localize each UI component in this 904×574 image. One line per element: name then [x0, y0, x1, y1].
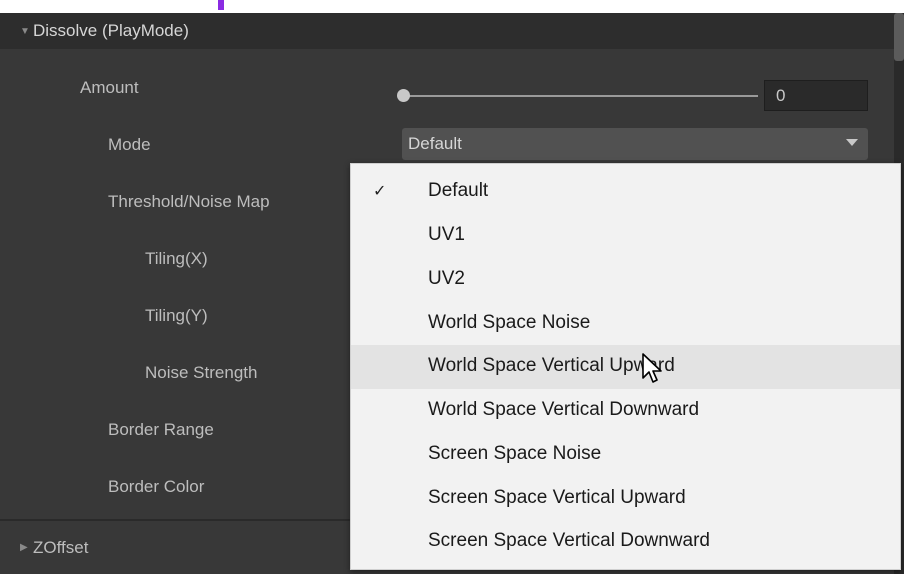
- mode-dropdown-value: Default: [408, 134, 462, 153]
- mode-label: Mode: [108, 135, 151, 154]
- mouse-pointer-icon: [642, 353, 662, 383]
- menu-item-world-space-vertical-downward[interactable]: World Space Vertical Downward: [351, 389, 900, 433]
- checkmark-icon: ✓: [373, 183, 387, 200]
- menu-item-uv1[interactable]: UV1: [351, 214, 900, 258]
- amount-slider-track[interactable]: [403, 95, 758, 97]
- amount-label: Amount: [80, 78, 139, 97]
- border-color-label: Border Color: [108, 477, 205, 496]
- amount-slider-knob[interactable]: [397, 89, 410, 102]
- chevron-down-icon: [846, 139, 858, 146]
- menu-item-label: Screen Space Noise: [428, 443, 602, 464]
- menu-item-label: World Space Noise: [428, 312, 591, 333]
- menu-item-default[interactable]: ✓ Default: [351, 170, 900, 214]
- menu-item-label: Default: [428, 180, 489, 201]
- menu-item-screen-space-noise[interactable]: Screen Space Noise: [351, 433, 900, 477]
- menu-item-uv2[interactable]: UV2: [351, 258, 900, 302]
- threshold-label: Threshold/Noise Map: [108, 192, 270, 211]
- border-range-label: Border Range: [108, 420, 214, 439]
- menu-item-label: UV2: [428, 268, 465, 289]
- menu-item-label: World Space Vertical Downward: [428, 399, 700, 420]
- section-title: Dissolve (PlayMode): [33, 21, 189, 40]
- triangle-right-icon[interactable]: ▶: [20, 543, 28, 553]
- menu-item-label: Screen Space Vertical Downward: [428, 530, 710, 551]
- menu-item-label: World Space Vertical Upward: [428, 355, 675, 376]
- menu-item-label: Screen Space Vertical Upward: [428, 487, 686, 508]
- dissolve-section-header[interactable]: ▼ Dissolve (PlayMode): [0, 13, 894, 49]
- accent-mark: [218, 0, 224, 10]
- triangle-down-icon[interactable]: ▼: [20, 27, 30, 37]
- zoffset-title: ZOffset: [33, 538, 89, 557]
- menu-item-world-space-vertical-upward[interactable]: World Space Vertical Upward: [351, 345, 900, 389]
- tiling-y-label: Tiling(Y): [145, 306, 208, 325]
- amount-row: Amount: [0, 61, 894, 118]
- top-strip: [0, 0, 904, 13]
- amount-value-field[interactable]: 0: [764, 80, 868, 111]
- tiling-x-label: Tiling(X): [145, 249, 208, 268]
- menu-item-world-space-noise[interactable]: World Space Noise: [351, 302, 900, 346]
- menu-item-screen-space-vertical-upward[interactable]: Screen Space Vertical Upward: [351, 477, 900, 521]
- mode-dropdown-menu: ✓ Default UV1 UV2 World Space Noise Worl…: [350, 163, 901, 570]
- noise-strength-label: Noise Strength: [145, 363, 258, 382]
- mode-dropdown[interactable]: Default: [402, 128, 868, 160]
- amount-value: 0: [776, 86, 786, 105]
- scrollbar-thumb[interactable]: [894, 13, 904, 61]
- menu-item-screen-space-vertical-downward[interactable]: Screen Space Vertical Downward: [351, 520, 900, 564]
- menu-item-label: UV1: [428, 224, 465, 245]
